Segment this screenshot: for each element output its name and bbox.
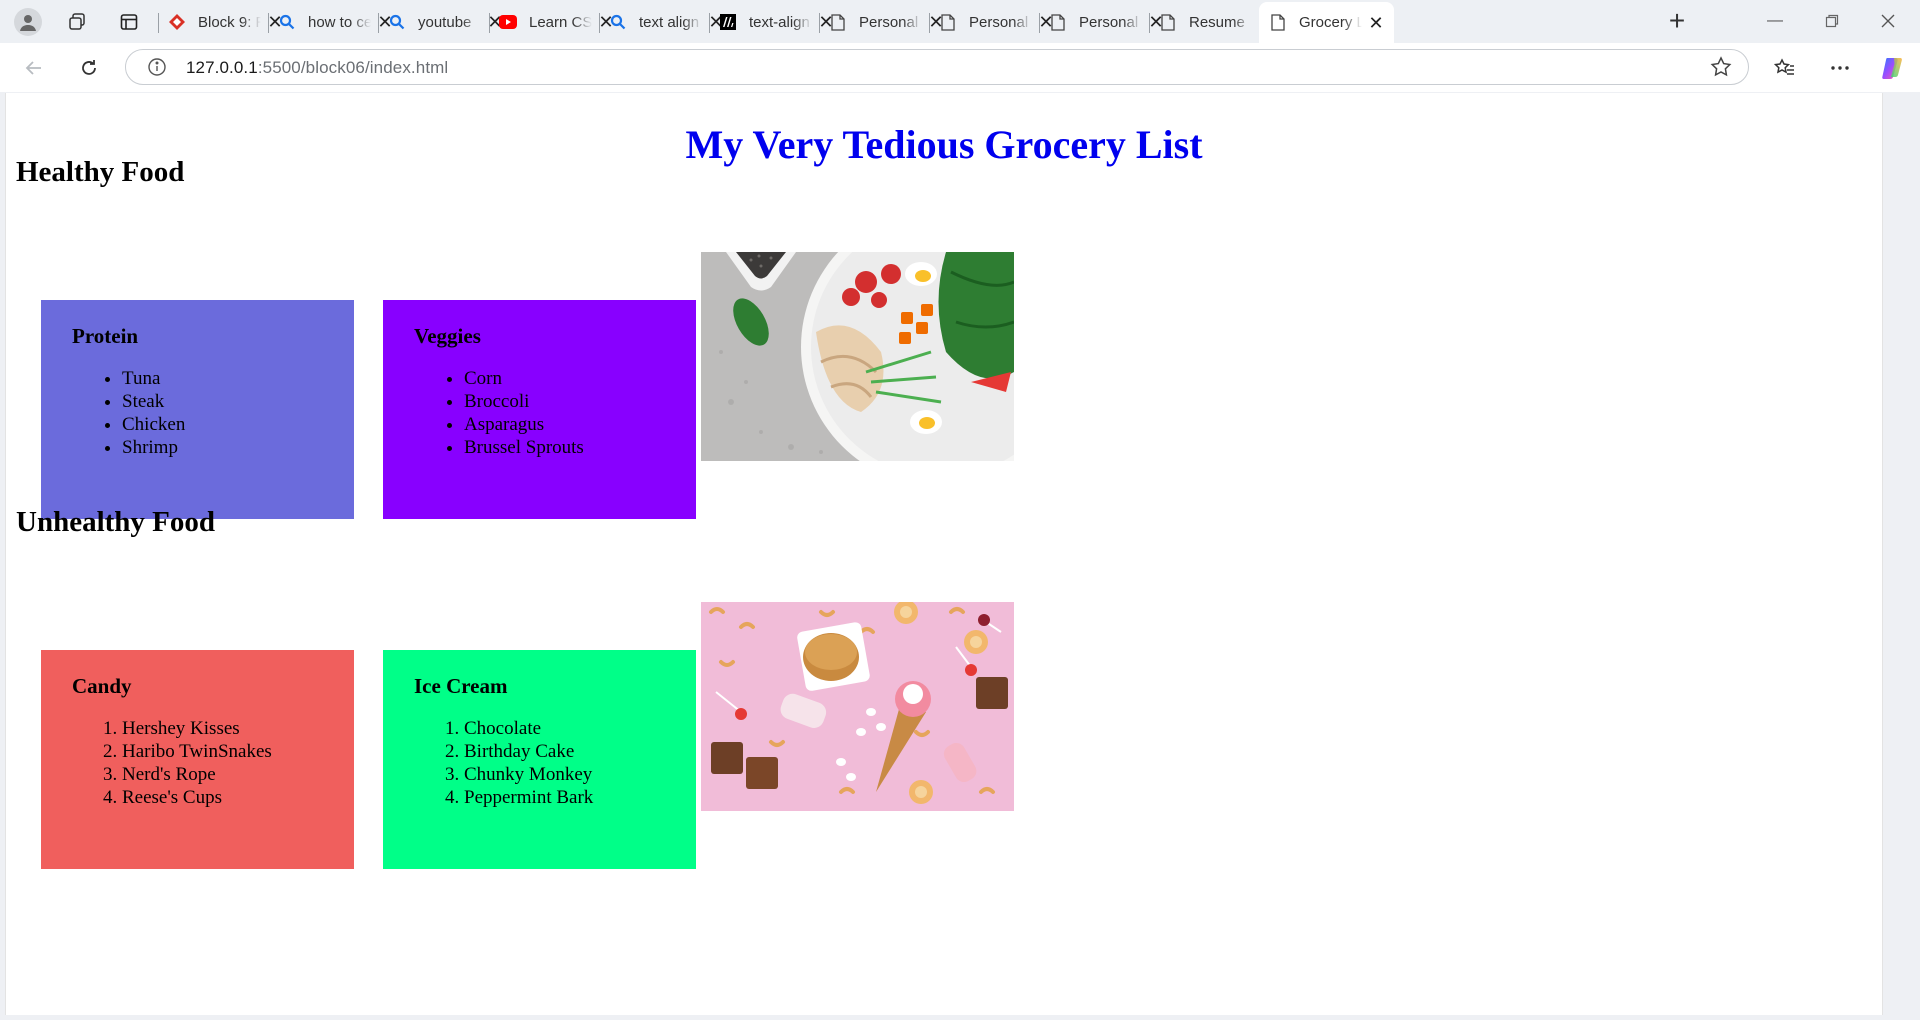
tab-separator [268, 13, 269, 33]
page-icon [1049, 13, 1067, 31]
url-text[interactable]: 127.0.0.1:5500/block06/index.html [186, 58, 448, 78]
list-item: Birthday Cake [464, 740, 696, 763]
list-item: Tuna [122, 367, 354, 390]
tab-separator [1149, 13, 1150, 33]
unhealthy-food-heading: Unhealthy Food [16, 506, 216, 538]
page-icon [1159, 13, 1177, 31]
list-item: Nerd's Rope [122, 763, 354, 786]
ice-cream-card: Ice Cream ChocolateBirthday CakeChunky M… [383, 650, 696, 869]
vertical-tabs-icon[interactable] [116, 9, 142, 35]
list-item: Chicken [122, 413, 354, 436]
tab-strip: Block 9: Rotating Text ✕ how to center tex… [0, 0, 1920, 43]
youtube-icon [499, 13, 517, 31]
candy-heading: Candy [72, 674, 132, 698]
tab-title: Block 9: Rotating Text [198, 13, 261, 31]
tab-title: Grocery List [1299, 14, 1362, 31]
page-title: My Very Tedious Grocery List [685, 122, 1203, 167]
reload-button[interactable] [73, 52, 105, 84]
tab-title: text align [639, 13, 700, 31]
tab-separator [709, 13, 710, 33]
search-icon [278, 13, 296, 31]
list-item: Steak [122, 390, 354, 413]
list-item: Corn [464, 367, 696, 390]
page-icon [1269, 14, 1287, 32]
close-tab-icon[interactable]: ✕ [1368, 14, 1384, 32]
search-icon [388, 13, 406, 31]
veggies-list: CornBroccoliAsparagusBrussel Sprouts [414, 367, 696, 459]
url-host: 127.0.0.1 [186, 58, 258, 77]
profile-avatar-icon[interactable] [14, 8, 42, 36]
tab-title: Personal [859, 13, 919, 31]
red-diamond-icon [168, 13, 186, 31]
tab-title: text-align [749, 13, 810, 31]
veggies-heading: Veggies [414, 324, 481, 348]
browser-tab[interactable]: Grocery List ✕ [1259, 2, 1394, 43]
minimize-button[interactable]: — [1755, 6, 1795, 36]
candy-card: Candy Hershey KissesHaribo TwinSnakesNer… [41, 650, 354, 869]
protein-list: TunaSteakChickenShrimp [72, 367, 354, 459]
tab-title: Resume [1189, 13, 1245, 31]
url-path: :5500/block06/index.html [257, 58, 449, 77]
ice-cream-list: ChocolateBirthday CakeChunky MonkeyPeppe… [414, 717, 696, 809]
tab-title: Personal [969, 13, 1029, 31]
list-item: Reese's Cups [122, 786, 354, 809]
copilot-icon[interactable] [1878, 53, 1908, 83]
tab-separator [378, 13, 379, 33]
healthy-food-image [701, 252, 1014, 461]
ice-cream-heading: Ice Cream [414, 674, 508, 698]
workspaces-icon[interactable] [64, 9, 90, 35]
list-item: Haribo TwinSnakes [122, 740, 354, 763]
protein-card: Protein TunaSteakChickenShrimp [41, 300, 354, 519]
tab-separator [158, 13, 159, 33]
new-tab-button[interactable]: + [1662, 6, 1692, 36]
list-item: Peppermint Bark [464, 786, 696, 809]
close-window-button[interactable] [1868, 6, 1908, 36]
page-icon [939, 13, 957, 31]
page-icon [829, 13, 847, 31]
mdn-icon [719, 13, 737, 31]
tab-separator [819, 13, 820, 33]
healthy-food-heading: Healthy Food [16, 156, 185, 188]
back-button[interactable] [18, 52, 50, 84]
tab-separator [489, 13, 490, 33]
list-item: Asparagus [464, 413, 696, 436]
search-icon [609, 13, 627, 31]
restore-button[interactable] [1812, 6, 1852, 36]
more-options-icon[interactable] [1825, 53, 1855, 83]
list-item: Broccoli [464, 390, 696, 413]
page-viewport: My Very Tedious Grocery List Healthy Foo… [5, 93, 1883, 1015]
protein-heading: Protein [72, 324, 139, 348]
tab-separator [599, 13, 600, 33]
list-item: Chocolate [464, 717, 696, 740]
tab-separator [929, 13, 930, 33]
address-bar[interactable]: 127.0.0.1:5500/block06/index.html [125, 49, 1749, 85]
browser-toolbar: 127.0.0.1:5500/block06/index.html [0, 43, 1920, 92]
list-item: Brussel Sprouts [464, 436, 696, 459]
favorites-icon[interactable] [1770, 53, 1800, 83]
list-item: Chunky Monkey [464, 763, 696, 786]
tab-title: how to center text [308, 13, 371, 31]
tab-separator [1039, 13, 1040, 33]
veggies-card: Veggies CornBroccoliAsparagusBrussel Spr… [383, 300, 696, 519]
tab-title: youtube [418, 13, 472, 31]
tab-title: Learn CSS [529, 13, 592, 31]
list-item: Hershey Kisses [122, 717, 354, 740]
favorite-star-icon[interactable] [1710, 56, 1732, 78]
tab-title: Personal [1079, 13, 1139, 31]
candy-list: Hershey KissesHaribo TwinSnakesNerd's Ro… [72, 717, 354, 809]
site-info-icon[interactable] [147, 57, 167, 77]
list-item: Shrimp [122, 436, 354, 459]
unhealthy-food-image [701, 602, 1014, 811]
